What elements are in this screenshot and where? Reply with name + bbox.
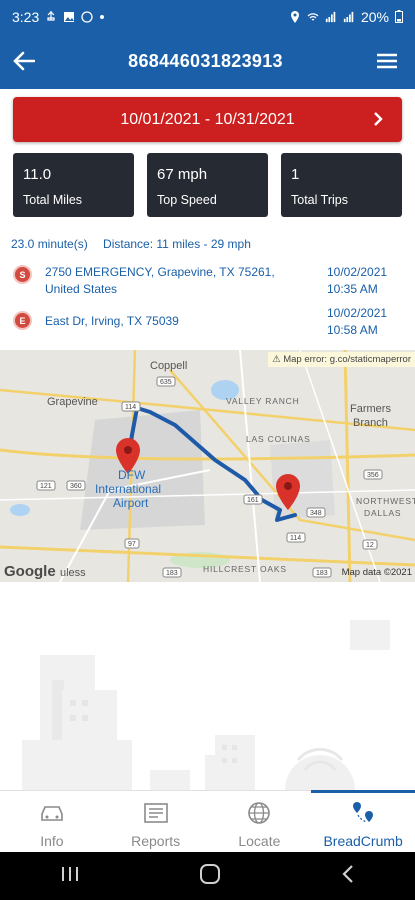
map-label-valley-ranch: VALLEY RANCH [226,396,300,406]
end-marker-icon: E [13,311,32,330]
route-shield-348: 348 [310,510,322,517]
stat-card-top-speed: 67 mph Top Speed [147,153,268,217]
end-date: 10/02/2021 [327,306,388,320]
back-button[interactable] [2,33,46,89]
stat-label: Top Speed [157,193,217,207]
map-label-northwest: NORTHWEST [356,496,415,506]
map-label-dfw-1: DFW [118,468,146,482]
route-shield-114b: 114 [290,535,301,542]
home-icon [200,863,221,884]
stat-value: 1 [291,166,300,183]
map-label-grapevine: Grapevine [47,396,98,408]
map-label-dfw-2: International [95,482,162,496]
hamburger-icon [377,53,397,69]
recent-apps-icon [61,866,78,881]
start-datetime: 10/02/2021 10:35 AM [327,264,407,298]
chevron-right-icon [374,112,383,126]
map-label-las-colinas: LAS COLINAS [246,434,311,444]
reports-icon [143,803,168,823]
nav-item-breadcrumb[interactable]: BreadCrumb [311,790,415,852]
warning-icon: ⚠ [272,354,281,365]
system-nav-bar [0,852,415,900]
battery-level: 20% [360,8,389,25]
globe-icon [248,802,271,824]
trip-distance: Distance: 11 miles - 29 mph [103,237,251,251]
status-time: 3:23 [12,8,40,25]
stat-value: 67 mph [157,166,208,183]
whatsapp-icon [81,10,93,23]
signal-icon [325,11,336,22]
start-address: 2750 EMERGENCY, Grapevine, TX 75261, Uni… [45,265,275,296]
route-shield-114a: 114 [125,404,136,411]
route-shield-183: 183 [166,570,178,577]
route-shield-161: 161 [247,497,259,504]
status-bar: 3:23 20% [0,0,415,33]
system-back-button[interactable] [341,864,355,889]
route-shield-121: 121 [40,483,52,490]
nav-item-info[interactable]: Info [0,791,104,852]
app-bar: 868446031823913 [0,33,415,89]
date-range-label: 10/01/2021 - 10/31/2021 [120,110,295,128]
end-address: East Dr, Irving, TX 75039 [45,314,179,328]
end-datetime: 10/02/2021 10:58 AM [327,305,407,339]
nav-item-reports[interactable]: Reports [104,791,208,852]
recent-apps-button[interactable] [60,865,80,888]
stat-label: Total Miles [23,193,83,207]
usb-icon [47,10,55,21]
battery-icon [395,10,403,23]
map-label-dfw-3: Airport [113,496,149,510]
route-shield-183b: 183 [316,570,328,577]
nav-label-locate: Locate [238,833,281,849]
stat-card-total-trips: 1 Total Trips [281,153,402,217]
end-time: 10:58 AM [327,323,378,337]
arrow-left-icon [13,51,35,71]
dot-icon [100,14,105,19]
nav-item-locate[interactable]: Locate [208,791,312,852]
menu-button[interactable] [365,33,409,89]
google-logo: Google [4,563,56,580]
location-icon [290,10,299,23]
map-label-coppell: Coppell [150,360,188,372]
signal-icon-2 [343,11,354,22]
route-shield-635: 635 [160,379,172,386]
image-icon [64,11,75,22]
route-shield-356: 356 [367,472,379,479]
city-illustration [22,620,390,790]
stat-label: Total Trips [291,193,348,207]
wifi-icon [307,12,319,21]
nav-label-reports: Reports [131,833,181,849]
route-shield-12: 12 [366,542,374,549]
start-time: 10:35 AM [327,282,378,296]
stat-card-total-miles: 11.0 Total Miles [13,153,134,217]
map-label-farmers-branch-2: Branch [353,417,388,429]
map-canvas: 635 114 121 360 97 183 161 348 114 356 1… [0,350,415,582]
map-error-banner: ⚠ Map error: g.co/staticmaperror [268,352,415,367]
nav-label-breadcrumb: BreadCrumb [323,833,403,849]
device-id-title: 868446031823913 [128,50,283,71]
map-label-hillcrest-oaks: HILLCREST OAKS [203,564,287,574]
map-credit: Map data ©2021 [341,567,412,578]
trip-duration: 23.0 minute(s) [11,237,88,251]
start-date: 10/02/2021 [327,265,388,279]
start-marker-icon: S [13,265,32,284]
bottom-nav: Info Reports Locate BreadCrumb [0,790,415,852]
car-icon [41,806,63,821]
trip-summary: 23.0 minute(s) Distance: 11 miles - 29 m… [11,237,251,251]
route-shield-360: 360 [70,483,82,490]
map-label-euless: uless [60,567,86,579]
route-shield-97: 97 [128,541,136,548]
map-label-dallas: DALLAS [364,508,402,518]
date-range-button[interactable]: 10/01/2021 - 10/31/2021 [13,97,402,142]
breadcrumb-icon [353,802,374,823]
nav-label-info: Info [40,833,64,849]
route-map[interactable]: 635 114 121 360 97 183 161 348 114 356 1… [0,350,415,582]
map-label-farmers-branch-1: Farmers [350,403,391,415]
home-button[interactable] [199,863,221,890]
chevron-left-icon [342,864,353,883]
stat-value: 11.0 [23,166,52,183]
map-error-text: Map error: g.co/staticmaperror [283,354,411,365]
